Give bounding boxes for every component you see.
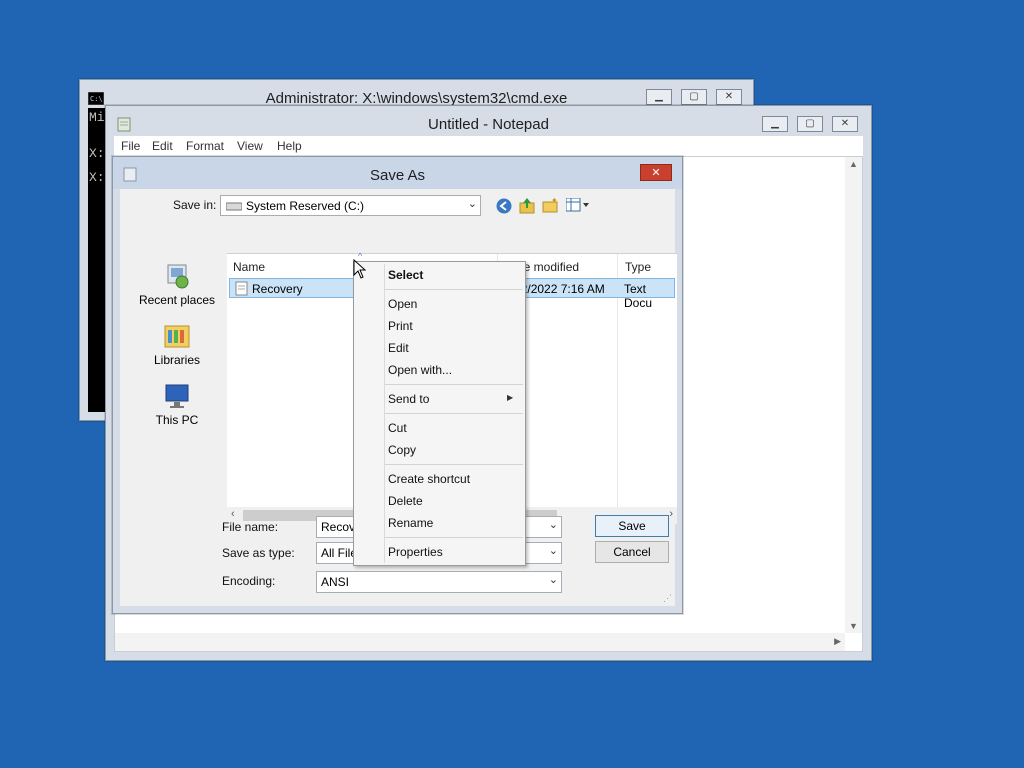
encoding-label: Encoding: <box>222 574 276 588</box>
menu-item-open[interactable]: Open <box>388 297 417 311</box>
computer-icon <box>165 384 189 408</box>
back-icon[interactable] <box>495 197 513 215</box>
menu-separator <box>385 464 523 465</box>
type-cell: Text Docu <box>624 282 653 310</box>
place-label: This PC <box>155 413 199 427</box>
cmd-line: X: <box>89 146 105 161</box>
column-header-name[interactable]: Name <box>233 260 265 274</box>
menu-view[interactable]: View <box>237 139 263 153</box>
chevron-down-icon: ⌄ <box>467 198 477 210</box>
menu-help[interactable]: Help <box>277 139 302 153</box>
menu-item-cut[interactable]: Cut <box>388 421 407 435</box>
scroll-up-icon[interactable]: ▲ <box>849 159 858 169</box>
libraries-icon <box>164 325 190 348</box>
save-as-type-label: Save as type: <box>222 546 295 560</box>
cmd-line: Mi <box>89 110 105 125</box>
save-in-value: System Reserved (C:) <box>246 199 365 213</box>
notepad-titlebar[interactable]: Untitled - Notepad ▁ ▢ ✕ <box>106 106 871 136</box>
chevron-down-icon: ⌄ <box>548 545 558 557</box>
notepad-close-button[interactable]: ✕ <box>832 116 858 132</box>
place-label: Recent places <box>138 293 216 307</box>
menu-edit[interactable]: Edit <box>152 139 173 153</box>
place-recent-places[interactable]: Recent places <box>134 261 220 307</box>
cmd-line: X: <box>89 170 105 185</box>
chevron-down-icon: ⌄ <box>548 519 558 531</box>
recent-places-icon <box>167 264 189 289</box>
context-menu: Select Open Print Edit Open with... Send… <box>353 261 526 566</box>
column-header-type[interactable]: Type <box>625 260 651 274</box>
notepad-title: Untitled - Notepad <box>428 116 549 133</box>
notepad-vertical-scrollbar[interactable]: ▲ ▼ <box>845 157 862 633</box>
menu-item-copy[interactable]: Copy <box>388 443 416 457</box>
menu-item-delete[interactable]: Delete <box>388 494 423 508</box>
scroll-left-icon[interactable]: ‹ <box>231 508 235 520</box>
notepad-menubar: File Edit Format View Help <box>114 136 863 156</box>
cmd-minimize-button[interactable]: ▁ <box>646 89 672 105</box>
save-in-label: Save in: <box>173 198 217 212</box>
view-menu-icon[interactable] <box>566 198 592 212</box>
place-label: Libraries <box>153 353 201 367</box>
cancel-button[interactable]: Cancel <box>595 541 669 563</box>
notepad-maximize-button[interactable]: ▢ <box>797 116 823 132</box>
chevron-down-icon: ⌄ <box>548 574 558 586</box>
resize-grip-icon[interactable]: ⋰ <box>663 593 672 604</box>
place-libraries[interactable]: Libraries <box>134 321 220 367</box>
save-as-close-button[interactable]: ✕ <box>640 164 672 181</box>
menu-file[interactable]: File <box>121 139 140 153</box>
new-folder-icon[interactable]: ✦ <box>541 196 559 214</box>
menu-separator <box>385 384 523 385</box>
up-folder-icon[interactable] <box>518 196 536 214</box>
menu-item-rename[interactable]: Rename <box>388 516 433 530</box>
scroll-right-icon[interactable]: › <box>669 508 673 520</box>
save-in-dropdown[interactable]: System Reserved (C:) ⌄ <box>220 195 481 216</box>
menu-separator <box>385 537 523 538</box>
save-as-titlebar[interactable]: Save As ✕ <box>113 157 682 189</box>
menu-item-send-to[interactable]: Send to <box>388 392 429 406</box>
save-button[interactable]: Save <box>595 515 669 537</box>
scroll-down-icon[interactable]: ▼ <box>849 621 858 631</box>
place-this-pc[interactable]: This PC <box>134 381 220 427</box>
mouse-cursor-icon <box>353 259 367 279</box>
file-name-label: File name: <box>222 520 279 534</box>
menu-item-edit[interactable]: Edit <box>388 341 409 355</box>
encoding-value: ANSI <box>321 575 350 589</box>
menu-format[interactable]: Format <box>186 139 224 153</box>
svg-text:✦: ✦ <box>551 196 558 205</box>
submenu-arrow-icon: ▶ <box>507 393 514 402</box>
menu-item-properties[interactable]: Properties <box>388 545 443 559</box>
menu-separator <box>385 413 523 414</box>
cmd-maximize-button[interactable]: ▢ <box>681 89 707 105</box>
menu-item-select[interactable]: Select <box>388 268 423 282</box>
menu-item-open-with[interactable]: Open with... <box>388 363 452 377</box>
notepad-minimize-button[interactable]: ▁ <box>762 116 788 132</box>
text-file-icon <box>235 281 248 296</box>
encoding-dropdown[interactable]: ANSI ⌄ <box>316 571 562 593</box>
scroll-right-icon[interactable]: ▶ <box>834 636 841 647</box>
cmd-close-button[interactable]: ✕ <box>716 89 742 105</box>
menu-item-create-shortcut[interactable]: Create shortcut <box>388 472 470 486</box>
menu-separator <box>385 289 523 290</box>
drive-icon <box>226 202 242 211</box>
save-as-title: Save As <box>369 167 426 184</box>
file-name-cell: Recovery <box>252 282 303 296</box>
menu-item-print[interactable]: Print <box>388 319 413 333</box>
notepad-horizontal-scrollbar[interactable]: ▶ <box>115 633 845 651</box>
